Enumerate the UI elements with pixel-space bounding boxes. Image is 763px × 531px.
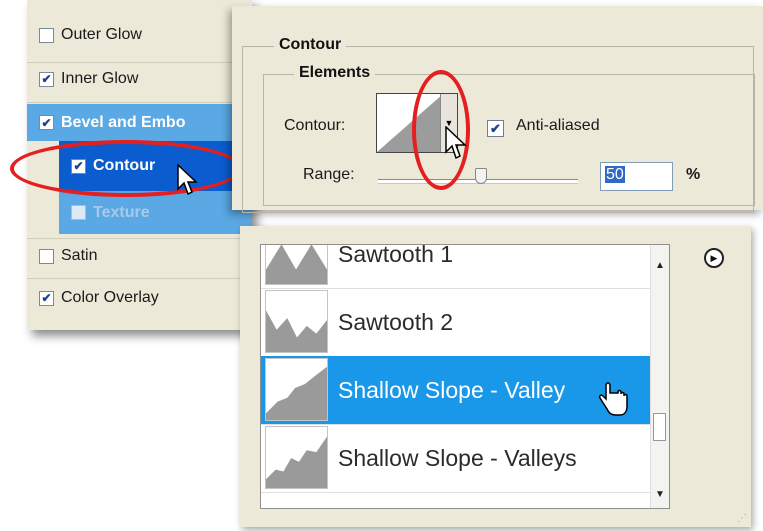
divider [27, 102, 252, 103]
style-item-label: Texture [93, 203, 150, 221]
style-item-label: Satin [61, 247, 98, 264]
anti-aliased-checkbox[interactable]: ✔ [487, 120, 504, 137]
inner-glow-checkbox[interactable]: ✔ [39, 71, 54, 87]
range-value: 50 [605, 166, 625, 183]
list-scrollbar[interactable]: ▲ ▼ [650, 245, 669, 508]
divider [27, 238, 252, 239]
range-slider-thumb[interactable] [475, 168, 487, 184]
scroll-up-icon[interactable]: ▲ [655, 260, 665, 271]
elements-group [263, 74, 755, 206]
style-item-label: Color Overlay [61, 289, 159, 306]
style-item-outer-glow[interactable]: Outer Glow [27, 20, 252, 50]
range-unit: % [686, 166, 701, 183]
style-item-label: Bevel and Embo [61, 113, 186, 131]
resize-grip-icon[interactable]: ⋰ [737, 513, 747, 524]
contour-preset-name: Shallow Slope - Valley [338, 377, 566, 403]
divider [27, 62, 252, 63]
contour-label: Contour: [284, 117, 346, 134]
contour-preset-name: Shallow Slope - Valleys [338, 445, 577, 471]
contour-preset-item[interactable]: Shallow Slope - Valley [261, 356, 651, 425]
contour-panel: Contour Elements Contour: ▼ ✔ Anti-alias… [232, 6, 763, 213]
style-item-color-overlay[interactable]: ✔ Color Overlay [27, 283, 252, 313]
sawtooth-1-curve-icon [265, 245, 328, 285]
contour-picker-popup: Sawtooth 1 Sawtooth 2 Shallow Slope - Va… [240, 226, 751, 527]
contour-preset-item[interactable]: Shallow Slope - Valleys [261, 424, 651, 493]
scrollbar-thumb[interactable] [653, 413, 666, 441]
style-item-texture[interactable]: Texture [59, 191, 252, 234]
shallow-slope-valleys-curve-icon [265, 426, 328, 489]
contour-preset-item[interactable]: Sawtooth 2 [261, 288, 651, 357]
scroll-down-icon[interactable]: ▼ [655, 489, 665, 500]
range-input[interactable]: 50 [600, 162, 673, 191]
contour-preset-list[interactable]: Sawtooth 1 Sawtooth 2 Shallow Slope - Va… [260, 244, 670, 509]
color-overlay-checkbox[interactable]: ✔ [39, 290, 54, 306]
outer-glow-checkbox[interactable] [39, 27, 54, 43]
picker-menu-icon[interactable]: ▶ [704, 248, 724, 268]
arrow-cursor-icon [445, 126, 467, 160]
hand-cursor-icon [599, 382, 628, 416]
bevel-emboss-checkbox[interactable]: ✔ [39, 115, 54, 130]
arrow-cursor-icon [177, 164, 198, 196]
highlight-oval [10, 140, 242, 197]
satin-checkbox[interactable] [39, 248, 54, 264]
anti-aliased-label: Anti-aliased [516, 117, 600, 134]
group-title: Contour [274, 36, 347, 54]
style-item-label: Inner Glow [61, 70, 139, 87]
style-item-label: Outer Glow [61, 26, 142, 43]
sawtooth-2-curve-icon [265, 290, 328, 353]
texture-checkbox[interactable] [71, 205, 86, 220]
range-label: Range: [303, 166, 355, 183]
divider [27, 278, 252, 279]
style-item-bevel-emboss[interactable]: ✔ Bevel and Embo [27, 104, 252, 141]
style-item-inner-glow[interactable]: ✔ Inner Glow [27, 64, 252, 94]
contour-preset-name: Sawtooth 2 [338, 309, 454, 335]
elements-title: Elements [294, 64, 376, 82]
style-item-satin[interactable]: Satin [27, 241, 252, 271]
contour-preset-name: Sawtooth 1 [338, 244, 454, 267]
shallow-slope-valley-curve-icon [265, 358, 328, 421]
contour-preset-item[interactable]: Sawtooth 1 [261, 244, 651, 289]
